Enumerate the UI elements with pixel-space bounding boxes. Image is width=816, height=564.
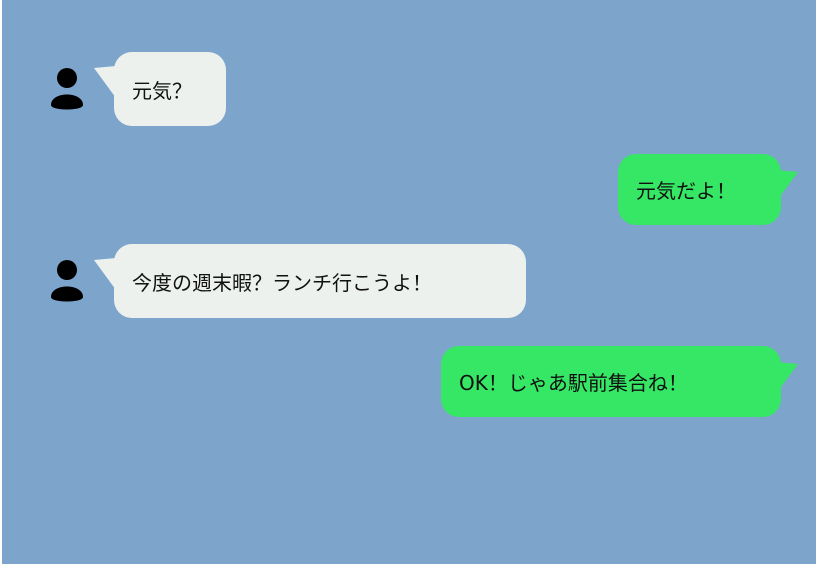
user-avatar-icon[interactable] xyxy=(50,67,84,111)
message-bubble: OK！じゃあ駅前集合ね！ xyxy=(441,346,781,417)
bubble-tail xyxy=(94,57,116,99)
chat-area: 元気？ 元気だよ！ 今度の週末暇？ランチ行こうよ！ OK！じゃあ駅前集合ね！ xyxy=(2,0,816,564)
message-bubble: 元気だよ！ xyxy=(618,154,781,225)
message-bubble: 今度の週末暇？ランチ行こうよ！ xyxy=(114,244,526,318)
bubble-tail xyxy=(94,249,116,291)
message-bubble: 元気？ xyxy=(114,52,226,126)
user-avatar-icon[interactable] xyxy=(50,259,84,303)
